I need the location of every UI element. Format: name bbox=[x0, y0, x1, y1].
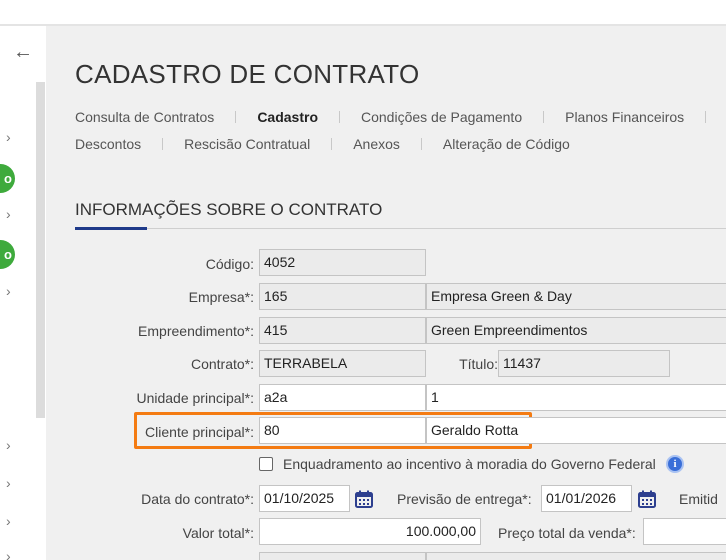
next-row-field[interactable] bbox=[426, 552, 726, 560]
tab-descontos[interactable]: Descontos bbox=[75, 136, 141, 152]
chevron-right-icon[interactable]: › bbox=[6, 437, 18, 453]
chevron-right-icon[interactable]: › bbox=[6, 513, 18, 529]
sidebar-badge[interactable]: o bbox=[0, 164, 15, 193]
codigo-field[interactable]: 4052 bbox=[259, 249, 426, 276]
tab-rescisao-contratual[interactable]: Rescisão Contratual bbox=[184, 136, 310, 152]
cliente-label: Cliente principal*: bbox=[145, 424, 254, 440]
section-title: INFORMAÇÕES SOBRE O CONTRATO bbox=[75, 200, 383, 219]
tab-separator bbox=[235, 111, 237, 123]
enquadramento-checkbox[interactable] bbox=[259, 457, 273, 471]
valor-total-field[interactable]: 100.000,00 bbox=[259, 518, 481, 545]
section-accent-bar bbox=[75, 227, 147, 230]
tab-separator bbox=[331, 138, 333, 150]
valor-total-label: Valor total*: bbox=[182, 525, 254, 541]
top-bar bbox=[0, 0, 726, 24]
tab-alteracao-codigo[interactable]: Alteração de Código bbox=[443, 136, 570, 152]
unidade-code-field[interactable]: a2a bbox=[259, 384, 426, 411]
empreendimento-label: Empreendimento*: bbox=[138, 323, 254, 339]
tab-bar: Consulta de Contratos Cadastro Condições… bbox=[75, 109, 726, 163]
calendar-icon[interactable] bbox=[352, 487, 376, 511]
tab-separator bbox=[420, 138, 422, 150]
tab-condicoes-pagamento[interactable]: Condições de Pagamento bbox=[361, 109, 522, 125]
titulo-label: Título: bbox=[459, 356, 498, 372]
calendar-icon[interactable] bbox=[635, 487, 659, 511]
section-divider bbox=[75, 228, 726, 229]
info-icon[interactable]: i bbox=[666, 455, 684, 473]
chevron-right-icon[interactable]: › bbox=[6, 206, 18, 222]
tab-planos-financeiros[interactable]: Planos Financeiros bbox=[565, 109, 684, 125]
tab-separator bbox=[339, 111, 340, 123]
empresa-code-field[interactable]: 165 bbox=[259, 283, 426, 310]
tab-consulta-contratos[interactable]: Consulta de Contratos bbox=[75, 109, 214, 125]
contrato-field[interactable]: TERRABELA bbox=[259, 350, 426, 377]
chevron-right-icon[interactable]: › bbox=[6, 129, 18, 145]
emitido-label: Emitid bbox=[679, 491, 718, 507]
titulo-field[interactable]: 11437 bbox=[498, 350, 670, 377]
next-row-field[interactable] bbox=[259, 552, 426, 560]
tab-separator bbox=[705, 111, 707, 123]
back-arrow-icon[interactable]: ← bbox=[0, 26, 46, 78]
previsao-entrega-field[interactable]: 01/01/2026 bbox=[541, 485, 632, 512]
tab-separator bbox=[543, 111, 545, 123]
chevron-right-icon[interactable]: › bbox=[6, 548, 18, 560]
empresa-name-field[interactable]: Empresa Green & Day bbox=[426, 283, 726, 310]
codigo-label: Código: bbox=[205, 256, 254, 272]
tab-cadastro[interactable]: Cadastro bbox=[257, 109, 318, 125]
sidebar-scrollbar[interactable] bbox=[36, 82, 45, 418]
tab-row-2: Descontos Rescisão Contratual Anexos Alt… bbox=[75, 136, 726, 152]
cliente-code-field[interactable]: 80 bbox=[259, 417, 426, 444]
preco-total-field[interactable] bbox=[643, 518, 726, 545]
unidade-label: Unidade principal*: bbox=[136, 390, 254, 406]
tab-row-1: Consulta de Contratos Cadastro Condições… bbox=[75, 109, 726, 125]
enquadramento-label: Enquadramento ao incentivo à moradia do … bbox=[283, 456, 656, 472]
contrato-label: Contrato*: bbox=[190, 356, 254, 372]
unidade-name-field[interactable]: 1 bbox=[426, 384, 726, 411]
previsao-entrega-label: Previsão de entrega*: bbox=[397, 491, 532, 507]
preco-total-label: Preço total da venda*: bbox=[498, 525, 636, 541]
sidebar-badge[interactable]: o bbox=[0, 240, 15, 269]
data-contrato-field[interactable]: 01/10/2025 bbox=[259, 485, 350, 512]
data-contrato-label: Data do contrato*: bbox=[141, 491, 254, 507]
empreendimento-name-field[interactable]: Green Empreendimentos bbox=[426, 317, 726, 344]
empreendimento-code-field[interactable]: 415 bbox=[259, 317, 426, 344]
cliente-name-field[interactable]: Geraldo Rotta bbox=[426, 417, 726, 444]
chevron-right-icon[interactable]: › bbox=[6, 283, 18, 299]
tab-separator bbox=[162, 138, 164, 150]
sidebar: ← › o › o › › › › › bbox=[0, 26, 46, 560]
tab-anexos[interactable]: Anexos bbox=[353, 136, 400, 152]
chevron-right-icon[interactable]: › bbox=[6, 475, 18, 491]
empresa-label: Empresa*: bbox=[188, 289, 254, 305]
page-title: CADASTRO DE CONTRATO bbox=[75, 59, 420, 89]
main-content: CADASTRO DE CONTRATO Consulta de Contrat… bbox=[46, 26, 726, 560]
